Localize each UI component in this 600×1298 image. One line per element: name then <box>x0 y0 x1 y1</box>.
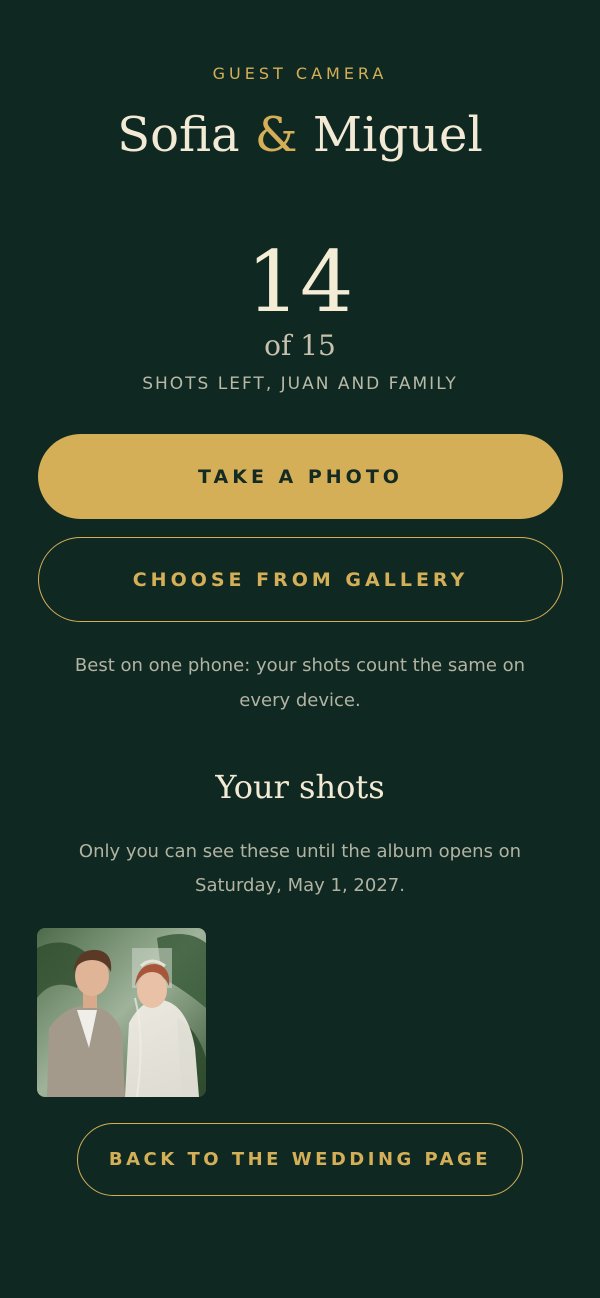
your-shots-privacy-note: Only you can see these until the album o… <box>78 841 522 896</box>
couple-names-title: Sofia & Miguel <box>0 104 600 166</box>
shot-thumbnail[interactable] <box>37 928 206 1097</box>
take-photo-button[interactable]: TAKE A PHOTO <box>38 434 563 519</box>
groom-name: Miguel <box>312 107 483 163</box>
ampersand: & <box>254 107 298 163</box>
device-hint-text: Best on one phone: your shots count the … <box>74 655 526 711</box>
back-to-wedding-page-button[interactable]: BACK TO THE WEDDING PAGE <box>77 1123 523 1196</box>
guest-camera-eyebrow: GUEST CAMERA <box>212 64 388 83</box>
shots-left-caption: SHOTS LEFT, JUAN AND FAMILY <box>142 374 458 394</box>
your-shots-heading: Your shots <box>215 768 385 806</box>
guest-camera-page: GUEST CAMERA Sofia & Miguel 14 of 15 SHO… <box>0 0 600 1298</box>
shots-remaining-count: 14 <box>246 233 354 331</box>
bride-name: Sofia <box>117 107 240 163</box>
couple-photo-image <box>37 928 206 1097</box>
choose-from-gallery-button[interactable]: CHOOSE FROM GALLERY <box>38 537 563 622</box>
shots-total: of 15 <box>264 329 336 362</box>
